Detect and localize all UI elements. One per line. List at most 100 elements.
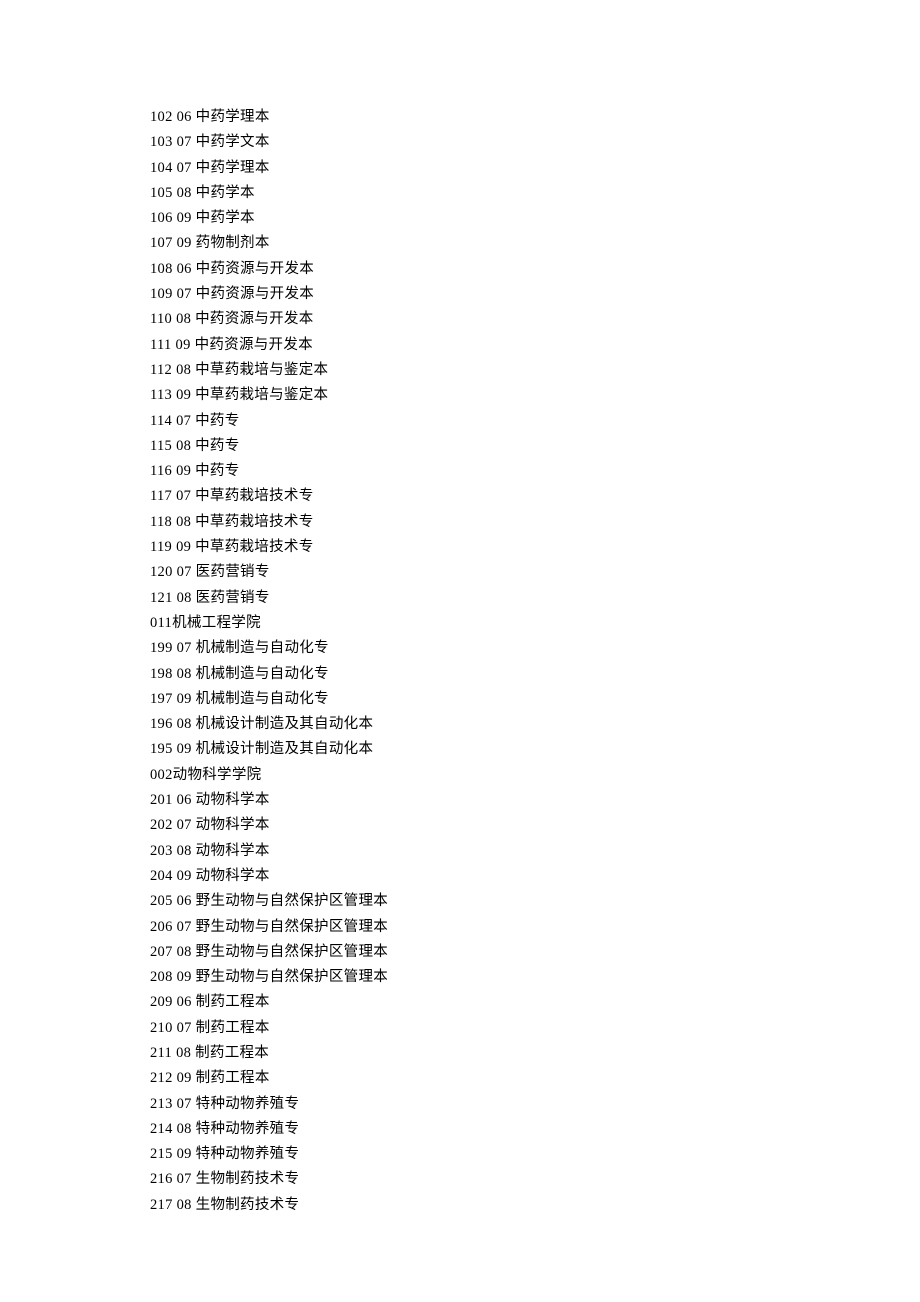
item-name: 机械设计制造及其自动化本 <box>196 716 374 732</box>
item-name: 中草药栽培技术专 <box>195 539 313 555</box>
list-item: 201 06 动物科学本 <box>150 788 920 813</box>
item-year: 09 <box>176 539 191 555</box>
list-item: 110 08 中药资源与开发本 <box>150 307 920 332</box>
item-name: 中药学本 <box>196 210 255 226</box>
item-code: 214 <box>150 1121 173 1137</box>
item-year: 09 <box>177 235 192 251</box>
item-code: 202 <box>150 817 173 833</box>
item-name: 特种动物养殖专 <box>196 1121 300 1137</box>
item-name: 动物科学本 <box>196 817 270 833</box>
item-year: 07 <box>177 817 192 833</box>
list-item: 207 08 野生动物与自然保护区管理本 <box>150 940 920 965</box>
item-year: 07 <box>177 160 192 176</box>
item-year: 07 <box>177 134 192 150</box>
list-item: 216 07 生物制药技术专 <box>150 1167 920 1192</box>
list-item: 102 06 中药学理本 <box>150 105 920 130</box>
list-item: 120 07 医药营销专 <box>150 560 920 585</box>
item-name: 动物科学本 <box>196 868 270 884</box>
item-name: 野生动物与自然保护区管理本 <box>196 944 388 960</box>
item-code: 207 <box>150 944 173 960</box>
item-name: 中药专 <box>195 463 239 479</box>
item-code: 210 <box>150 1020 173 1036</box>
item-code: 213 <box>150 1096 173 1112</box>
item-code: 104 <box>150 160 173 176</box>
item-year: 07 <box>177 286 192 302</box>
item-year: 09 <box>177 210 192 226</box>
item-name: 中药学理本 <box>196 160 270 176</box>
list-item: 202 07 动物科学本 <box>150 813 920 838</box>
item-name: 机械设计制造及其自动化本 <box>196 741 374 757</box>
list-item: 117 07 中草药栽培技术专 <box>150 484 920 509</box>
item-name: 生物制药技术专 <box>196 1197 300 1213</box>
list-item: 198 08 机械制造与自动化专 <box>150 662 920 687</box>
item-name: 制药工程本 <box>196 1070 270 1086</box>
item-name: 动物科学本 <box>196 843 270 859</box>
list-item: 206 07 野生动物与自然保护区管理本 <box>150 915 920 940</box>
item-code: 196 <box>150 716 173 732</box>
item-code: 209 <box>150 994 173 1010</box>
item-name: 中药专 <box>195 438 239 454</box>
item-year: 09 <box>177 1070 192 1086</box>
item-code: 116 <box>150 463 172 479</box>
item-code: 102 <box>150 109 173 125</box>
item-code: 203 <box>150 843 173 859</box>
item-code: 120 <box>150 564 173 580</box>
list-item: 108 06 中药资源与开发本 <box>150 257 920 282</box>
item-year: 08 <box>177 716 192 732</box>
list-item: 107 09 药物制剂本 <box>150 231 920 256</box>
list-item: 212 09 制药工程本 <box>150 1066 920 1091</box>
item-year: 07 <box>177 1020 192 1036</box>
item-code: 206 <box>150 919 173 935</box>
document-page: 102 06 中药学理本103 07 中药学文本104 07 中药学理本105 … <box>0 0 920 1302</box>
item-year: 07 <box>176 488 191 504</box>
item-code: 118 <box>150 514 172 530</box>
list-item: 111 09 中药资源与开发本 <box>150 333 920 358</box>
item-year: 07 <box>177 564 192 580</box>
item-name: 中药学本 <box>196 185 255 201</box>
item-year: 06 <box>177 994 192 1010</box>
item-year: 06 <box>177 792 192 808</box>
item-code: 195 <box>150 741 173 757</box>
list-item: 106 09 中药学本 <box>150 206 920 231</box>
item-year: 09 <box>177 1146 192 1162</box>
item-name: 特种动物养殖专 <box>196 1146 300 1162</box>
item-year: 09 <box>176 463 191 479</box>
list-item: 203 08 动物科学本 <box>150 839 920 864</box>
item-code: 208 <box>150 969 173 985</box>
list-item: 214 08 特种动物养殖专 <box>150 1117 920 1142</box>
item-code: 113 <box>150 387 172 403</box>
item-year: 06 <box>177 109 192 125</box>
item-name: 制药工程本 <box>195 1045 269 1061</box>
list-item: 195 09 机械设计制造及其自动化本 <box>150 737 920 762</box>
item-name: 中草药栽培与鉴定本 <box>195 362 328 378</box>
item-code: 115 <box>150 438 172 454</box>
list-item: 197 09 机械制造与自动化专 <box>150 687 920 712</box>
item-name: 中药资源与开发本 <box>196 286 314 302</box>
item-code: 205 <box>150 893 173 909</box>
item-code: 215 <box>150 1146 173 1162</box>
item-code: 212 <box>150 1070 173 1086</box>
item-year: 08 <box>176 1045 191 1061</box>
item-year: 08 <box>177 590 192 606</box>
list-item: 213 07 特种动物养殖专 <box>150 1092 920 1117</box>
item-name: 中草药栽培与鉴定本 <box>195 387 328 403</box>
list-item: 118 08 中草药栽培技术专 <box>150 510 920 535</box>
item-code: 199 <box>150 640 173 656</box>
item-name: 野生动物与自然保护区管理本 <box>196 969 388 985</box>
item-name: 医药营销专 <box>196 590 270 606</box>
list-item: 204 09 动物科学本 <box>150 864 920 889</box>
item-name: 动物科学本 <box>196 792 270 808</box>
item-name: 生物制药技术专 <box>196 1171 300 1187</box>
list-item: 199 07 机械制造与自动化专 <box>150 636 920 661</box>
item-year: 08 <box>177 1197 192 1213</box>
list-item: 116 09 中药专 <box>150 459 920 484</box>
item-name: 中药资源与开发本 <box>195 311 313 327</box>
list-item: 210 07 制药工程本 <box>150 1016 920 1041</box>
item-name: 机械制造与自动化专 <box>196 640 329 656</box>
list-item: 103 07 中药学文本 <box>150 130 920 155</box>
item-year: 08 <box>176 438 191 454</box>
item-year: 08 <box>177 666 192 682</box>
item-year: 08 <box>176 362 191 378</box>
item-code: 216 <box>150 1171 173 1187</box>
item-year: 07 <box>177 640 192 656</box>
